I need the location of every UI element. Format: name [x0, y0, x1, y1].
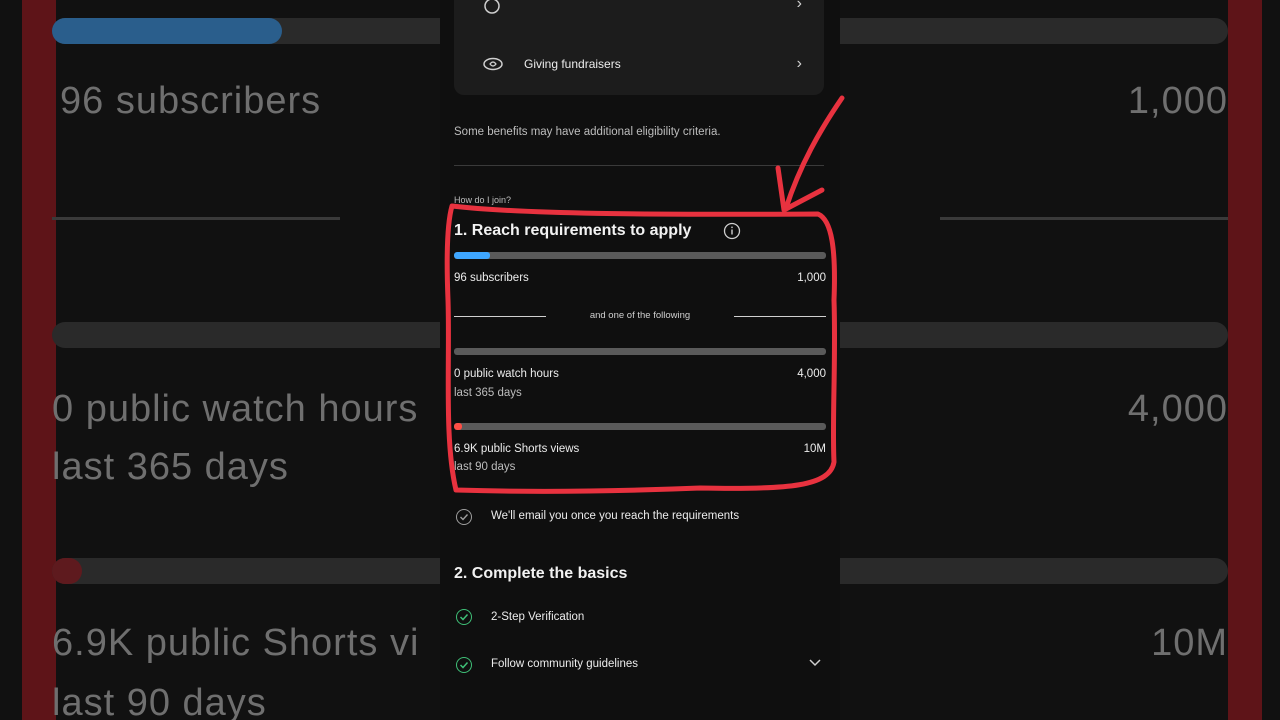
check-circle-icon [456, 509, 472, 525]
benefits-card: › Giving fundraisers › [454, 0, 824, 95]
check-circle-icon [456, 609, 472, 625]
subscribers-label: 96 subscribers [454, 272, 529, 284]
watch-hours-period: last 365 days [454, 387, 522, 399]
bg-divider-left [52, 217, 340, 220]
divider-line-right [734, 316, 826, 317]
shorts-views-progress-bar [454, 423, 826, 430]
bg-subscribers-goal: 1,000 [1127, 80, 1228, 122]
chevron-right-icon: › [796, 55, 802, 72]
benefit-row-giving-fundraisers[interactable]: Giving fundraisers › [454, 53, 824, 75]
bg-watch-goal: 4,000 [1127, 388, 1228, 430]
watch-hours-goal: 4,000 [797, 368, 826, 380]
step2-title: 2. Complete the basics [454, 565, 628, 582]
monetization-panel: › Giving fundraisers › Some benefits may… [440, 0, 840, 720]
shorts-views-label: 6.9K public Shorts views [454, 443, 580, 455]
annotation-stroke-left [22, 0, 56, 720]
watch-hours-label: 0 public watch hours [454, 368, 559, 380]
info-icon[interactable] [723, 222, 741, 245]
section-divider [454, 165, 824, 166]
benefit-row-top[interactable]: › [454, 0, 824, 14]
basics-item-label: Follow community guidelines [491, 658, 639, 670]
shorts-views-goal: 10M [803, 443, 826, 455]
watch-hours-progress-bar [454, 348, 826, 355]
bg-watch-sub: last 365 days [52, 446, 289, 488]
subscribers-progress-bar [454, 252, 826, 259]
bg-watch-text: 0 public watch hours [52, 388, 419, 430]
bg-shorts-sub: last 90 days [52, 682, 267, 720]
annotation-stroke-right [1228, 0, 1262, 720]
giving-fundraisers-label: Giving fundraisers [524, 57, 621, 71]
subscribers-progress-fill [454, 252, 490, 259]
bg-subscribers-text: 96 subscribers [60, 80, 322, 122]
bg-shorts-goal: 10M [1151, 622, 1228, 664]
chevron-down-icon[interactable] [808, 655, 822, 674]
bg-shorts-text: 6.9K public Shorts vi [52, 622, 420, 664]
eligibility-note: Some benefits may have additional eligib… [454, 126, 721, 138]
benefit-icon [482, 0, 504, 14]
fundraiser-heart-icon [482, 57, 504, 71]
bg-divider-right [940, 217, 1228, 220]
email-notice: We'll email you once you reach the requi… [491, 510, 740, 522]
shorts-views-progress-fill [454, 423, 462, 430]
chevron-right-icon: › [796, 0, 802, 12]
shorts-views-period: last 90 days [454, 461, 516, 473]
check-circle-icon [456, 657, 472, 673]
basics-item-label: 2-Step Verification [491, 611, 585, 623]
subscribers-goal: 1,000 [797, 272, 826, 284]
how-join-label: How do I join? [454, 195, 512, 205]
step1-title: 1. Reach requirements to apply [454, 222, 692, 239]
